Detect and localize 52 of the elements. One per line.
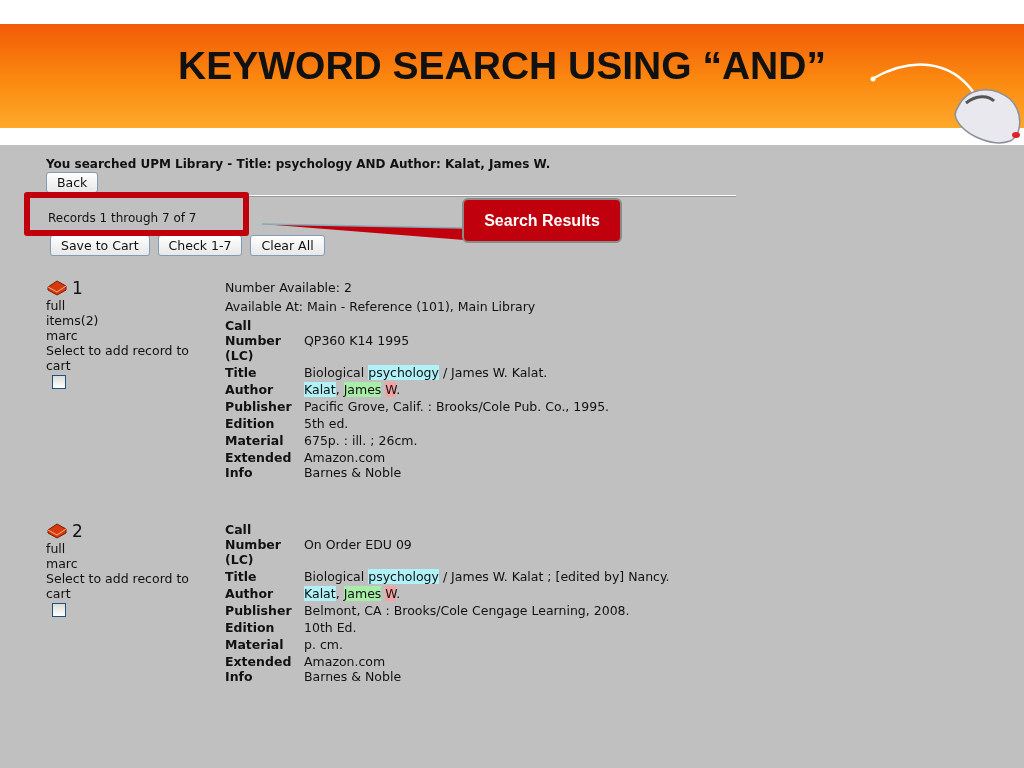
field-label: Author — [225, 382, 274, 397]
field-value: Pacific Grove, Calif. : Brooks/Cole Pub. Co., 1995. — [304, 399, 610, 414]
field-value: Amazon.com — [304, 450, 386, 465]
field-label: Call Number (LC) — [225, 318, 281, 363]
field-value: Kalat, James W. — [304, 382, 401, 397]
availability-text: Number Available: 2 — [225, 280, 352, 295]
field-label: Material — [225, 637, 284, 652]
availability-text: Available At: Main - Reference (101), Main Library — [225, 299, 536, 314]
record-link[interactable]: full — [46, 541, 66, 556]
book-icon — [46, 280, 68, 296]
record-number: 1 — [72, 278, 83, 298]
field-value: Kalat, James W. — [304, 586, 401, 601]
record-checkbox[interactable] — [52, 603, 66, 617]
book-icon — [46, 523, 68, 539]
field-value: QP360 K14 1995 — [304, 333, 410, 348]
select-instruction: Select to add record to cart — [46, 571, 190, 601]
field-value: 5th ed. — [304, 416, 349, 431]
slide-title: KEYWORD SEARCH USING “AND” — [177, 44, 827, 89]
field-label: Extended Info — [225, 654, 292, 684]
records-count: Records 1 through 7 of 7 — [48, 211, 197, 225]
field-label: Call Number (LC) — [225, 522, 281, 567]
field-value: Biological psychology / James W. Kalat. — [304, 365, 548, 380]
action-button[interactable]: Save to Cart — [50, 235, 150, 256]
field-label: Edition — [225, 416, 275, 431]
search-summary: You searched UPM Library - Title: psychology AND Author: Kalat, James W. — [46, 156, 552, 172]
record-link[interactable]: marc — [46, 328, 78, 343]
record-checkbox[interactable] — [52, 375, 66, 389]
select-instruction: Select to add record to cart — [46, 343, 190, 373]
action-button[interactable]: Clear All — [250, 235, 325, 256]
record-link[interactable]: full — [46, 298, 66, 313]
back-button[interactable]: Back — [46, 172, 99, 193]
field-label: Publisher — [225, 603, 292, 618]
field-value: Biological psychology / James W. Kalat ; [edited by] Nancy. — [304, 569, 670, 584]
field-label: Material — [225, 433, 284, 448]
field-label: Title — [225, 569, 257, 584]
field-label: Author — [225, 586, 274, 601]
field-value: p. cm. — [304, 637, 343, 652]
field-label: Edition — [225, 620, 275, 635]
record-link[interactable]: items(2) — [46, 313, 99, 328]
field-value: Barnes & Noble — [304, 669, 402, 684]
field-value: 10th Ed. — [304, 620, 357, 635]
field-value: On Order EDU 09 — [304, 537, 412, 552]
field-label: Extended Info — [225, 450, 292, 480]
record-number: 2 — [72, 521, 83, 541]
field-value: Barnes & Noble — [304, 465, 402, 480]
field-label: Publisher — [225, 399, 292, 414]
field-value: 675p. : ill. ; 26cm. — [304, 433, 418, 448]
field-label: Title — [225, 365, 257, 380]
search-results-callout: Search Results — [462, 198, 622, 243]
record-link[interactable]: marc — [46, 556, 78, 571]
field-value: Belmont, CA : Brooks/Cole Cengage Learning, 2008. — [304, 603, 630, 618]
field-value: Amazon.com — [304, 654, 386, 669]
